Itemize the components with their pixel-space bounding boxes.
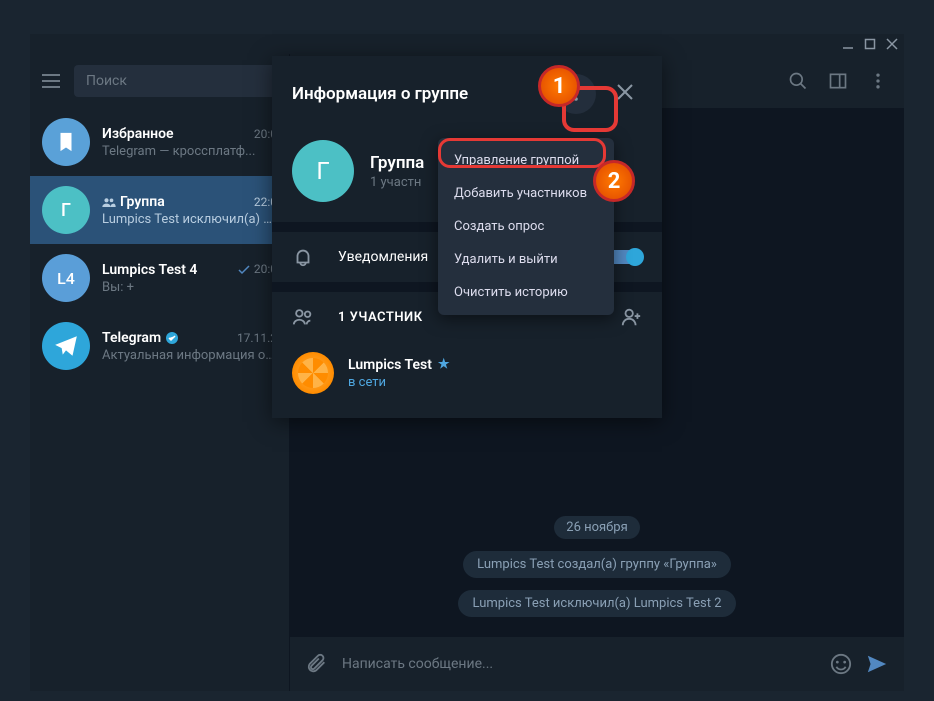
window-titlebar xyxy=(30,34,904,54)
message-composer: Написать сообщение... xyxy=(290,637,904,691)
close-icon xyxy=(616,83,634,101)
chat-list: Избранное20:0 Telegram — кроссплатф... Г… xyxy=(30,108,289,691)
panel-title: Информация о группе xyxy=(292,84,544,104)
attach-icon[interactable] xyxy=(306,653,328,675)
chat-preview: Telegram — кроссплатф... xyxy=(102,144,277,159)
member-name: Lumpics Test★ xyxy=(348,357,450,373)
group-avatar: Г xyxy=(292,140,354,202)
menu-manage-group[interactable]: Управление группой xyxy=(438,144,614,177)
members-icon xyxy=(292,306,314,328)
sidebar: Поиск Избранное20:0 Telegram — кроссплат… xyxy=(30,54,290,691)
close-icon[interactable] xyxy=(886,38,898,50)
avatar: Г xyxy=(42,186,90,234)
search-input[interactable]: Поиск xyxy=(74,65,277,97)
search-icon[interactable] xyxy=(788,71,808,91)
group-icon xyxy=(102,197,116,207)
menu-clear-history[interactable]: Очистить историю xyxy=(438,276,614,309)
date-badge: 26 ноября xyxy=(554,516,639,539)
bookmark-icon xyxy=(42,118,90,166)
member-status: в сети xyxy=(348,375,450,390)
chat-preview: Lumpics Test исключил(а) Lu... xyxy=(102,212,277,227)
group-subtitle: 1 участн xyxy=(370,175,424,190)
menu-create-poll[interactable]: Создать опрос xyxy=(438,210,614,243)
bell-icon xyxy=(292,246,314,268)
check-icon xyxy=(237,263,251,277)
minimize-icon[interactable] xyxy=(842,38,854,50)
system-message: Lumpics Test создал(а) группу «Группа» xyxy=(463,551,731,578)
telegram-icon xyxy=(42,322,90,370)
member-row[interactable]: Lumpics Test★ в сети xyxy=(272,342,662,418)
system-message: Lumpics Test исключил(а) Lumpics Test 2 xyxy=(458,590,735,617)
menu-add-members[interactable]: Добавить участников xyxy=(438,177,614,210)
panel-close-button[interactable] xyxy=(608,75,642,113)
sidepanel-icon[interactable] xyxy=(828,71,848,91)
more-icon[interactable] xyxy=(868,71,888,91)
chat-time: 17.11.2 xyxy=(237,331,277,345)
chat-preview: Актуальная информация о ... xyxy=(102,348,277,363)
group-name: Группа xyxy=(370,153,424,173)
callout-badge-2: 2 xyxy=(593,160,635,202)
chat-name: Lumpics Test 4 xyxy=(102,262,197,278)
chat-preview: Вы: + xyxy=(102,280,277,295)
menu-button[interactable] xyxy=(42,74,60,88)
star-icon: ★ xyxy=(438,357,450,372)
member-avatar xyxy=(292,352,334,394)
chat-item-user[interactable]: L4 Lumpics Test 4 20:0 Вы: + xyxy=(30,244,289,312)
callout-badge-1: 1 xyxy=(538,65,580,107)
chat-name: Telegram xyxy=(102,330,179,346)
add-member-icon[interactable] xyxy=(620,306,642,328)
chat-time: 20:0 xyxy=(237,262,277,277)
chat-item-group[interactable]: Г Группа22:0 Lumpics Test исключил(а) Lu… xyxy=(30,176,289,244)
emoji-icon[interactable] xyxy=(830,653,852,675)
panel-dropdown: Управление группой Добавить участников С… xyxy=(438,138,614,315)
message-input[interactable]: Написать сообщение... xyxy=(342,656,816,672)
avatar: L4 xyxy=(42,254,90,302)
chat-item-telegram[interactable]: Telegram 17.11.2 Актуальная информация о… xyxy=(30,312,289,380)
maximize-icon[interactable] xyxy=(864,38,876,50)
chat-item-saved[interactable]: Избранное20:0 Telegram — кроссплатф... xyxy=(30,108,289,176)
send-icon[interactable] xyxy=(866,653,888,675)
chat-name: Группа xyxy=(102,194,165,210)
group-info-panel: Информация о группе Г Группа 1 участн Ув… xyxy=(272,56,662,418)
menu-delete-leave[interactable]: Удалить и выйти xyxy=(438,243,614,276)
verified-icon xyxy=(165,331,179,345)
chat-name: Избранное xyxy=(102,126,174,142)
